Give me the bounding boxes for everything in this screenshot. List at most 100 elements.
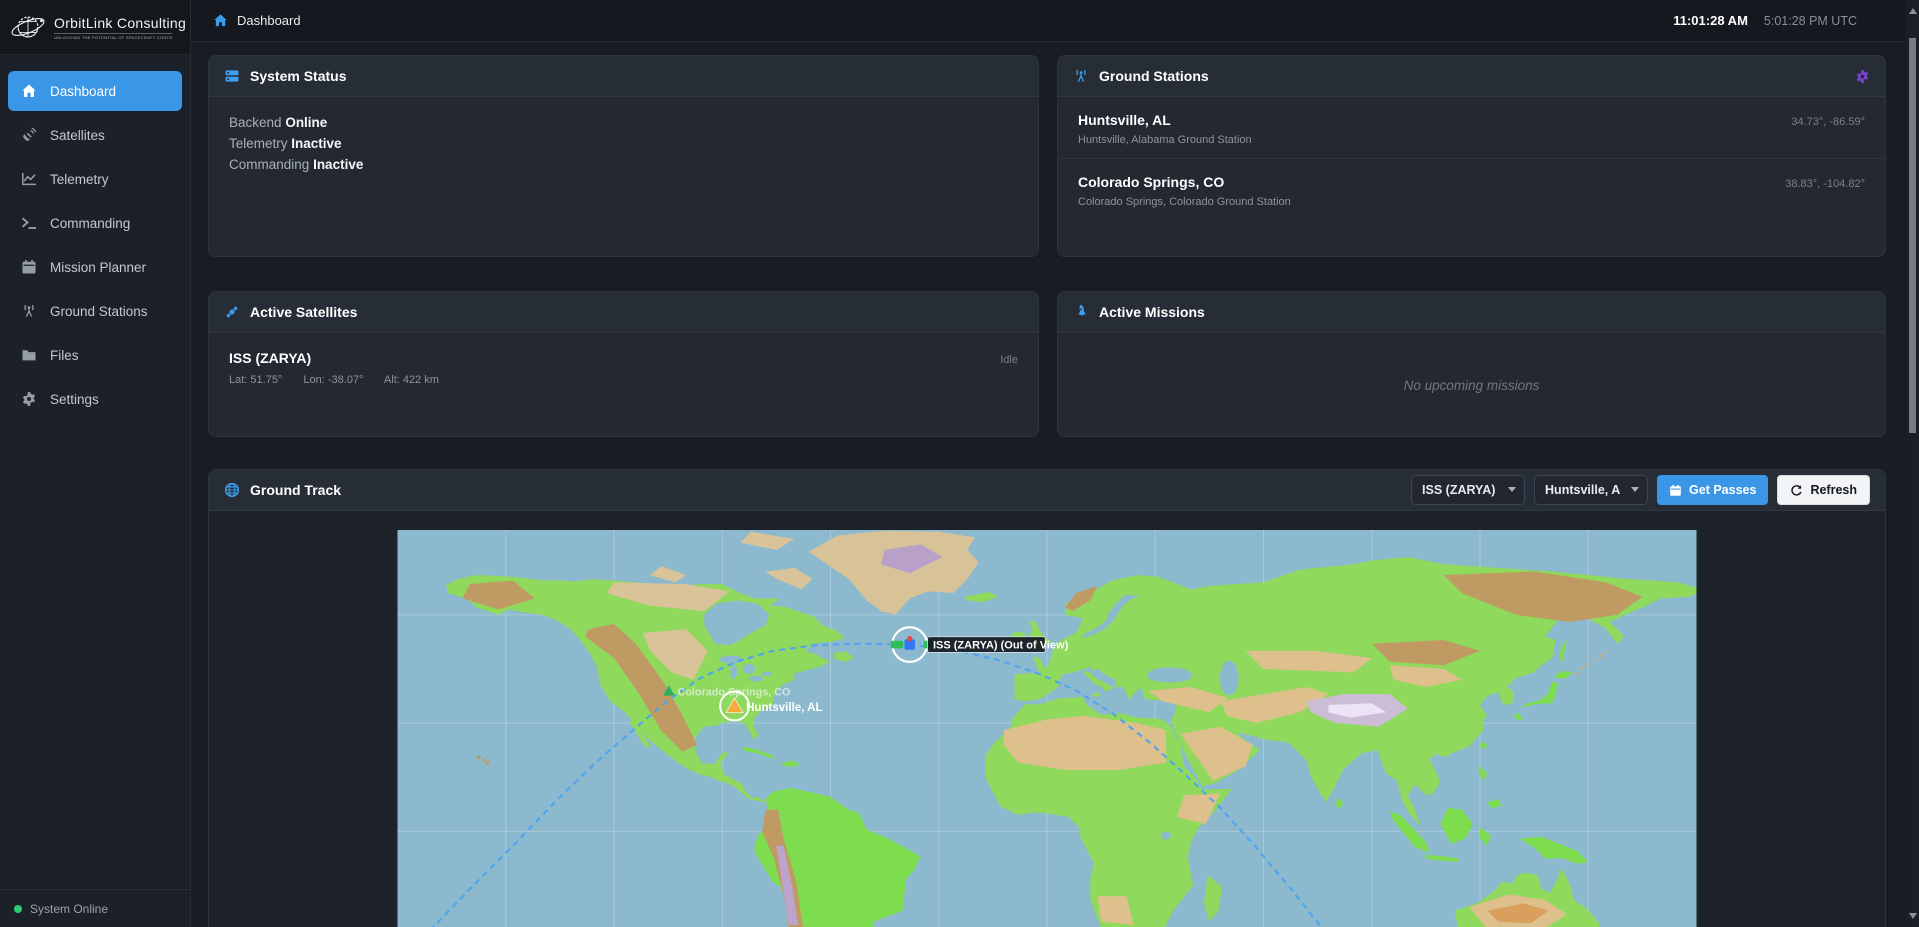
sidebar-item-settings[interactable]: Settings — [8, 379, 182, 419]
clock-group: 11:01:28 AM 5:01:28 PM UTC — [1673, 13, 1893, 28]
active-satellites-card: Active Satellites ISS (ZARYA) Idle Lat: … — [208, 291, 1039, 437]
brand-name: OrbitLink Consulting — [54, 15, 186, 31]
terminal-icon — [21, 215, 37, 231]
topbar: Dashboard 11:01:28 AM 5:01:28 PM UTC — [191, 0, 1919, 42]
broadcast-tower-icon — [1073, 68, 1089, 84]
station-select[interactable]: Huntsville, AL — [1534, 475, 1648, 505]
broadcast-tower-icon — [21, 303, 37, 319]
system-status-body: Backend Online Telemetry Inactive Comman… — [209, 97, 1038, 190]
missions-empty-state: No upcoming missions — [1058, 333, 1885, 437]
refresh-button[interactable]: Refresh — [1777, 475, 1870, 505]
station-row-huntsville[interactable]: Huntsville, AL 34.73°, -86.59° Huntsvill… — [1058, 97, 1885, 158]
sidebar-item-label: Ground Stations — [50, 304, 148, 319]
app-root: OrbitLink Consulting UNLOCKING THE POTEN… — [0, 0, 1919, 927]
brand-header[interactable]: OrbitLink Consulting UNLOCKING THE POTEN… — [0, 0, 190, 55]
breadcrumb[interactable]: Dashboard — [213, 13, 301, 28]
globe-icon — [224, 482, 240, 498]
satellite-dish-icon — [21, 127, 37, 143]
card-title: Ground Track — [250, 482, 341, 498]
get-passes-button[interactable]: Get Passes — [1657, 475, 1768, 505]
active-missions-card: Active Missions No upcoming missions — [1057, 291, 1886, 437]
folder-icon — [21, 347, 37, 363]
card-title: Ground Stations — [1099, 68, 1209, 84]
station-row-colorado[interactable]: Colorado Springs, CO 38.83°, -104.82° Co… — [1058, 158, 1885, 220]
ground-stations-card: Ground Stations Huntsville, AL 34.73°, -… — [1057, 55, 1886, 257]
station-name: Colorado Springs, CO — [1078, 174, 1224, 190]
satellite-icon — [224, 304, 240, 320]
sidebar-item-label: Settings — [50, 392, 99, 407]
station-coords: 38.83°, -104.82° — [1785, 178, 1865, 190]
satellite-lat: Lat: 51.75° — [229, 374, 282, 386]
server-icon — [224, 68, 240, 84]
ground-track-header: Ground Track ISS (ZARYA) Huntsville, AL — [209, 470, 1885, 511]
sidebar-item-label: Satellites — [50, 128, 105, 143]
scrollbar-thumb[interactable] — [1909, 38, 1916, 433]
status-row: Telemetry Inactive — [229, 133, 1018, 154]
local-time: 11:01:28 AM — [1673, 13, 1748, 28]
status-value: Inactive — [313, 157, 363, 172]
status-row: Backend Online — [229, 112, 1018, 133]
satellite-row-iss[interactable]: ISS (ZARYA) Idle Lat: 51.75° Lon: -38.07… — [209, 333, 1038, 403]
scroll-down-arrow-icon[interactable] — [1909, 913, 1917, 919]
ground-stations-list: Huntsville, AL 34.73°, -86.59° Huntsvill… — [1058, 97, 1885, 220]
satellite-name: ISS (ZARYA) — [229, 350, 311, 366]
sidebar-item-label: Commanding — [50, 216, 130, 231]
ground-stations-header: Ground Stations — [1058, 56, 1885, 97]
chart-line-icon — [21, 171, 37, 187]
system-online-label: System Online — [30, 902, 108, 916]
satellite-select[interactable]: ISS (ZARYA) — [1411, 475, 1525, 505]
map-label-iss: ISS (ZARYA) (Out of View) — [933, 639, 1069, 651]
gear-icon[interactable] — [1855, 69, 1870, 84]
calendar-icon — [21, 259, 37, 275]
world-map[interactable]: Colorado Springs, CO Huntsville, AL — [398, 530, 1697, 927]
home-icon — [21, 83, 37, 99]
main-content: System Status Backend Online Telemetry I… — [191, 42, 1919, 927]
system-status-card: System Status Backend Online Telemetry I… — [208, 55, 1039, 257]
card-title: Active Satellites — [250, 304, 357, 320]
station-select-wrap: Huntsville, AL — [1534, 475, 1648, 505]
home-icon — [213, 13, 228, 28]
ground-track-body: Colorado Springs, CO Huntsville, AL — [209, 511, 1885, 927]
brand-tagline: UNLOCKING THE POTENTIAL OF SPACECRAFT CO… — [54, 33, 172, 40]
satellite-telemetry: Lat: 51.75° Lon: -38.07° Alt: 422 km — [229, 374, 1018, 386]
card-title: Active Missions — [1099, 304, 1205, 320]
status-value: Inactive — [291, 136, 341, 151]
system-status-header: System Status — [209, 56, 1038, 97]
station-name: Huntsville, AL — [1078, 112, 1171, 128]
calendar-icon — [1669, 484, 1682, 497]
sidebar-item-ground-stations[interactable]: Ground Stations — [8, 291, 182, 331]
sidebar-item-label: Files — [50, 348, 79, 363]
world-map-svg: Colorado Springs, CO Huntsville, AL — [398, 530, 1697, 927]
system-status-footer: System Online — [0, 889, 190, 927]
scroll-up-arrow-icon[interactable] — [1909, 8, 1917, 14]
sidebar-item-mission-planner[interactable]: Mission Planner — [8, 247, 182, 287]
satellite-alt: Alt: 422 km — [384, 374, 439, 386]
online-status-dot — [14, 905, 22, 913]
sidebar-item-label: Mission Planner — [50, 260, 146, 275]
ground-track-card: Ground Track ISS (ZARYA) Huntsville, AL — [208, 469, 1886, 927]
sidebar: OrbitLink Consulting UNLOCKING THE POTEN… — [0, 0, 191, 927]
station-description: Colorado Springs, Colorado Ground Statio… — [1078, 196, 1865, 208]
station-description: Huntsville, Alabama Ground Station — [1078, 134, 1865, 146]
sidebar-item-telemetry[interactable]: Telemetry — [8, 159, 182, 199]
refresh-icon — [1790, 484, 1803, 497]
sidebar-item-files[interactable]: Files — [8, 335, 182, 375]
map-label-huntsville: Huntsville, AL — [746, 702, 822, 714]
sidebar-item-dashboard[interactable]: Dashboard — [8, 71, 182, 111]
map-marker-colorado[interactable]: Colorado Springs, CO — [663, 685, 790, 698]
sidebar-item-label: Dashboard — [50, 84, 116, 99]
status-row: Commanding Inactive — [229, 154, 1018, 175]
status-value: Online — [285, 115, 327, 130]
ground-track-toolbar: ISS (ZARYA) Huntsville, AL Get Passes — [1411, 475, 1870, 505]
card-title: System Status — [250, 68, 346, 84]
active-satellites-header: Active Satellites — [209, 292, 1038, 333]
sidebar-item-satellites[interactable]: Satellites — [8, 115, 182, 155]
page-scrollbar[interactable] — [1906, 0, 1919, 927]
utc-time: 5:01:28 PM UTC — [1764, 14, 1857, 28]
gear-icon — [21, 391, 37, 407]
satellite-status-badge: Idle — [1000, 354, 1018, 366]
sidebar-item-label: Telemetry — [50, 172, 109, 187]
orbitlink-logo-icon — [10, 9, 46, 45]
sidebar-item-commanding[interactable]: Commanding — [8, 203, 182, 243]
active-missions-header: Active Missions — [1058, 292, 1885, 333]
